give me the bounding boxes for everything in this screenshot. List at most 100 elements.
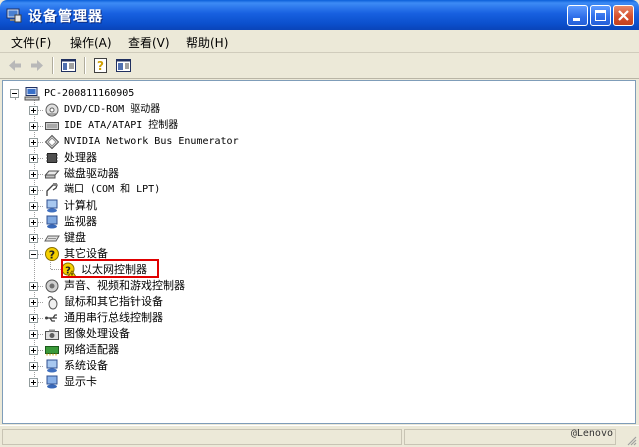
expand-toggle[interactable] [29, 362, 38, 371]
tree-item[interactable]: 图像处理设备 [27, 326, 427, 342]
tree-guide-line [38, 190, 43, 192]
tree-guide-line [38, 334, 43, 336]
network-adapter-icon [45, 346, 59, 356]
device-tree[interactable]: PC-200811160905 DVD/CD-ROM 驱动器 IDE ATA/AT… [2, 80, 636, 424]
expand-toggle[interactable] [29, 314, 38, 323]
tree-item-label: NVIDIA Network Bus Enumerator [64, 136, 239, 147]
tree-item[interactable]: 端口 (COM 和 LPT) [27, 182, 427, 198]
svg-text:?: ? [97, 59, 104, 73]
expand-toggle[interactable] [29, 202, 38, 211]
collapse-toggle[interactable] [29, 250, 38, 259]
show-hide-console-tree-icon[interactable] [60, 57, 78, 74]
tree-item[interactable]: 显示卡 [27, 374, 427, 390]
tree-item-label: 图像处理设备 [64, 327, 130, 340]
imaging-icon [45, 329, 59, 340]
minimize-button[interactable] [567, 5, 588, 26]
tree-guide-line [38, 206, 43, 208]
expand-toggle[interactable] [29, 282, 38, 291]
expand-toggle[interactable] [29, 186, 38, 195]
system-device-icon [46, 359, 58, 373]
tree-guide-line [38, 222, 43, 224]
forward-arrow-icon[interactable] [28, 57, 46, 74]
close-button[interactable] [613, 5, 634, 26]
highlight-annotation [61, 259, 159, 278]
keyboard-icon [44, 235, 60, 242]
tree-item[interactable]: 计算机 [27, 198, 427, 214]
tree-item[interactable]: 系统设备 [27, 358, 427, 374]
cdrom-icon [45, 103, 59, 117]
expand-toggle[interactable] [29, 170, 38, 179]
tree-item[interactable]: 声音、视频和游戏控制器 [27, 278, 427, 294]
properties-icon[interactable] [115, 57, 133, 74]
tree-guide-line [38, 254, 43, 256]
collapse-toggle[interactable] [10, 89, 19, 98]
close-icon [618, 10, 629, 21]
resize-grip-icon[interactable] [625, 434, 637, 446]
computer-icon [46, 199, 58, 213]
tree-item-label: IDE ATA/ATAPI 控制器 [64, 120, 179, 131]
back-arrow-icon[interactable] [6, 57, 24, 74]
expand-toggle[interactable] [29, 138, 38, 147]
device-manager-icon [6, 8, 22, 23]
tree-item[interactable]: 键盘 [27, 230, 427, 246]
tree-item[interactable]: NVIDIA Network Bus Enumerator [27, 134, 427, 150]
tree-item-label: 通用串行总线控制器 [64, 311, 163, 324]
monitor-icon [46, 215, 58, 229]
tree-item-label: DVD/CD-ROM 驱动器 [64, 104, 161, 115]
menu-file[interactable]: 文件(F) [11, 34, 51, 51]
expand-toggle[interactable] [29, 298, 38, 307]
port-icon [46, 183, 58, 196]
tree-item[interactable]: 通用串行总线控制器 [27, 310, 427, 326]
expand-toggle[interactable] [29, 122, 38, 131]
tree-item-label: 处理器 [64, 151, 97, 164]
tree-item-label: 鼠标和其它指针设备 [64, 295, 163, 308]
tree-guide-line [38, 318, 43, 320]
expand-toggle[interactable] [29, 154, 38, 163]
tree-guide-line [38, 382, 43, 384]
tree-guide-line [38, 126, 43, 128]
computer-root-icon [24, 87, 40, 101]
tree-item-label: 磁盘驱动器 [64, 167, 119, 180]
tree-item[interactable]: 网络适配器 [27, 342, 427, 358]
tree-item[interactable]: 鼠标和其它指针设备 [27, 294, 427, 310]
tree-root[interactable]: PC-200811160905 [10, 86, 310, 102]
display-adapter-icon [46, 375, 58, 389]
expand-toggle[interactable] [29, 346, 38, 355]
tree-item[interactable]: IDE ATA/ATAPI 控制器 [27, 118, 427, 134]
svg-text:?: ? [49, 249, 55, 262]
processor-icon [46, 153, 58, 163]
device-manager-window: 设备管理器 文件(F) 操作(A) 查看(V) 帮助(H) ? PC-20081… [0, 0, 639, 447]
tree-item[interactable]: 监视器 [27, 214, 427, 230]
menu-help[interactable]: 帮助(H) [186, 34, 228, 51]
expand-toggle[interactable] [29, 378, 38, 387]
help-icon[interactable]: ? [92, 57, 110, 74]
tree-guide-line [38, 142, 43, 144]
tree-guide-line [38, 174, 43, 176]
root-label: PC-200811160905 [44, 88, 135, 99]
tree-item[interactable]: 处理器 [27, 150, 427, 166]
tree-item[interactable]: DVD/CD-ROM 驱动器 [27, 102, 427, 118]
expand-toggle[interactable] [29, 330, 38, 339]
expand-toggle[interactable] [29, 234, 38, 243]
ide-icon [45, 122, 59, 130]
toolbar-separator [84, 57, 86, 74]
status-pane [2, 429, 402, 445]
tree-item-label: 键盘 [64, 231, 86, 244]
menu-action[interactable]: 操作(A) [70, 34, 112, 51]
expand-toggle[interactable] [29, 218, 38, 227]
tree-item-label: 监视器 [64, 215, 97, 228]
menu-bar: 文件(F) 操作(A) 查看(V) 帮助(H) [0, 30, 639, 53]
menu-view[interactable]: 查看(V) [128, 34, 170, 51]
tree-item-label: 系统设备 [64, 359, 108, 372]
unknown-device-icon: ? [45, 247, 59, 262]
tree-item-label: 网络适配器 [64, 343, 119, 356]
expand-toggle[interactable] [29, 106, 38, 115]
maximize-button[interactable] [590, 5, 611, 26]
maximize-icon [595, 10, 606, 21]
tree-guide-line [38, 110, 43, 112]
status-bar: @Lenovo [0, 425, 639, 447]
tree-guide-line [38, 286, 43, 288]
title-bar[interactable]: 设备管理器 [0, 0, 639, 30]
tree-guide-line [38, 238, 43, 240]
tree-item[interactable]: 磁盘驱动器 [27, 166, 427, 182]
